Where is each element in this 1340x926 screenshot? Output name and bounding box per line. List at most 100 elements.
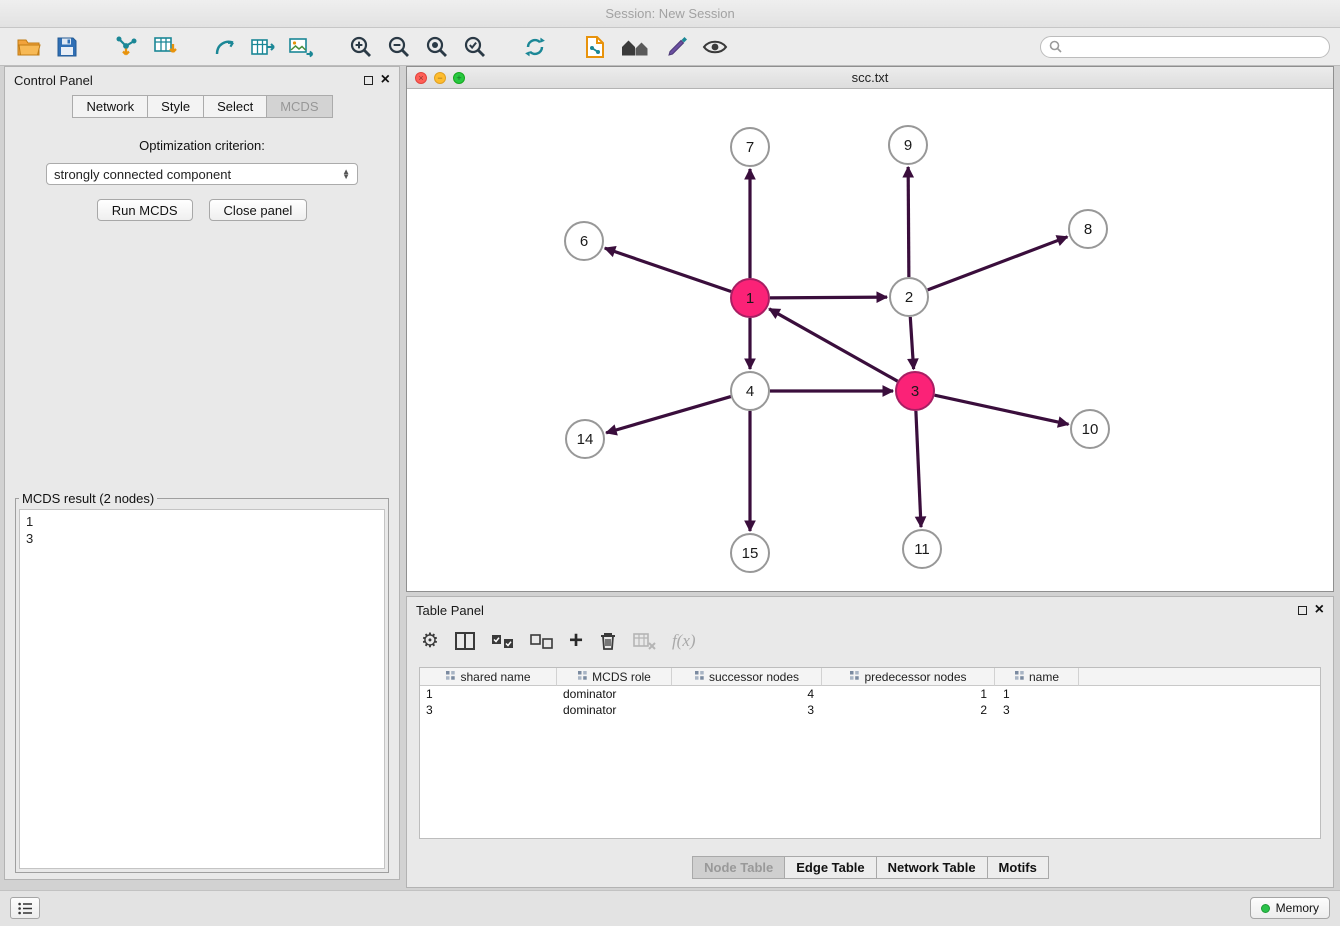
zoom-out-button[interactable]	[380, 31, 418, 63]
table-cell[interactable]: 4	[672, 686, 822, 702]
maximize-window-icon[interactable]: +	[453, 72, 465, 84]
table-cell[interactable]: 3	[672, 702, 822, 718]
import-table-button[interactable]	[146, 31, 184, 63]
table-cell[interactable]: 3	[420, 702, 557, 718]
memory-label: Memory	[1276, 901, 1319, 915]
table-cell[interactable]: 1	[420, 686, 557, 702]
select-all-icon	[491, 634, 514, 649]
table-cell[interactable]: dominator	[557, 686, 672, 702]
import-network-button[interactable]	[108, 31, 146, 63]
float-panel-icon[interactable]	[364, 76, 373, 85]
export-table-button[interactable]	[244, 31, 282, 63]
tab-network-table[interactable]: Network Table	[876, 856, 988, 879]
main-toolbar	[0, 28, 1340, 66]
sort-icon[interactable]	[445, 670, 456, 684]
task-history-button[interactable]	[10, 897, 40, 919]
zoom-fit-icon	[425, 35, 449, 59]
column-header-predecessor-nodes[interactable]: predecessor nodes	[822, 668, 995, 686]
zoom-selected-icon	[463, 35, 487, 59]
tab-style[interactable]: Style	[147, 95, 204, 118]
table-cell[interactable]: 1	[822, 686, 995, 702]
tab-motifs[interactable]: Motifs	[987, 856, 1049, 879]
clone-network-button[interactable]	[206, 31, 244, 63]
column-header-mcds-role[interactable]: MCDS role	[557, 668, 672, 686]
column-header-shared-name[interactable]: shared name	[420, 668, 557, 686]
sort-icon[interactable]	[577, 670, 588, 684]
memory-button[interactable]: Memory	[1250, 897, 1330, 919]
table-panel: Table Panel × ⚙ + f(x) shared nameMCDS r…	[406, 596, 1334, 888]
zoom-selected-button[interactable]	[456, 31, 494, 63]
table-row[interactable]: 3dominator323	[420, 702, 1320, 718]
table-cell[interactable]: 2	[822, 702, 995, 718]
close-table-panel-icon[interactable]: ×	[1315, 604, 1324, 616]
control-panel-header: Control Panel ×	[5, 67, 399, 93]
list-icon	[18, 902, 33, 915]
edge-1-6[interactable]	[605, 248, 731, 291]
show-columns-button[interactable]	[455, 632, 475, 650]
edge-2-9[interactable]	[908, 167, 909, 277]
control-panel: Control Panel × NetworkStyleSelectMCDS O…	[4, 66, 400, 880]
select-all-button[interactable]	[491, 634, 514, 649]
table-cell[interactable]: 1	[995, 686, 1079, 702]
tab-mcds[interactable]: MCDS	[266, 95, 332, 118]
export-image-icon	[288, 36, 314, 58]
minimize-window-icon[interactable]: −	[434, 72, 446, 84]
trash-icon	[599, 631, 617, 651]
style-brush-button[interactable]	[658, 31, 696, 63]
edge-2-3[interactable]	[910, 317, 913, 369]
network-window-titlebar[interactable]: × − + scc.txt	[407, 67, 1333, 89]
show-hide-button[interactable]	[696, 31, 734, 63]
table-cell[interactable]: dominator	[557, 702, 672, 718]
edge-3-1[interactable]	[769, 309, 897, 381]
columns-icon	[455, 632, 475, 650]
refresh-layout-button[interactable]	[516, 31, 554, 63]
delete-column-button[interactable]	[599, 631, 617, 651]
search-box[interactable]	[1040, 36, 1330, 58]
control-panel-tabs: NetworkStyleSelectMCDS	[5, 95, 399, 118]
search-input[interactable]	[1067, 39, 1321, 55]
network-file-button[interactable]	[576, 31, 614, 63]
run-mcds-button[interactable]: Run MCDS	[97, 199, 193, 221]
deselect-all-button[interactable]	[530, 634, 553, 649]
home-layout-button[interactable]	[614, 31, 658, 63]
sort-icon[interactable]	[694, 670, 705, 684]
add-column-button[interactable]: +	[569, 631, 583, 651]
eye-icon	[702, 38, 728, 56]
edge-3-11[interactable]	[916, 411, 921, 527]
edge-4-14[interactable]	[606, 397, 731, 433]
edge-2-8[interactable]	[928, 237, 1068, 290]
tab-select[interactable]: Select	[203, 95, 267, 118]
sort-icon[interactable]	[1014, 670, 1025, 684]
tab-network[interactable]: Network	[72, 95, 148, 118]
zoom-fit-button[interactable]	[418, 31, 456, 63]
graph-node-label-2: 2	[905, 289, 913, 306]
close-panel-icon[interactable]: ×	[381, 74, 390, 86]
export-image-button[interactable]	[282, 31, 320, 63]
tab-node-table[interactable]: Node Table	[692, 856, 785, 879]
table-settings-button[interactable]: ⚙	[421, 631, 439, 651]
optimization-dropdown[interactable]: strongly connected component ▲▼	[46, 163, 358, 185]
close-panel-button[interactable]: Close panel	[209, 199, 308, 221]
mcds-result-title: MCDS result (2 nodes)	[19, 491, 157, 506]
close-window-icon[interactable]: ×	[415, 72, 427, 84]
zoom-in-button[interactable]	[342, 31, 380, 63]
column-header-name[interactable]: name	[995, 668, 1079, 686]
float-table-panel-icon[interactable]	[1298, 606, 1307, 615]
zoom-out-icon	[387, 35, 411, 59]
graph-svg[interactable]: 7968124314101511	[407, 89, 1333, 591]
column-header-label: successor nodes	[709, 670, 799, 684]
column-header-successor-nodes[interactable]: successor nodes	[672, 668, 822, 686]
edge-3-10[interactable]	[935, 395, 1069, 424]
table-row[interactable]: 1dominator411	[420, 686, 1320, 702]
window-titlebar[interactable]: Session: New Session	[0, 0, 1340, 28]
mcds-result-list[interactable]: 13	[19, 509, 385, 869]
node-table[interactable]: shared nameMCDS role successor nodes prede…	[419, 667, 1321, 839]
save-session-button[interactable]	[48, 31, 86, 63]
graph-node-label-14: 14	[577, 431, 594, 448]
export-table-icon	[250, 36, 276, 58]
open-session-button[interactable]	[10, 31, 48, 63]
table-cell[interactable]: 3	[995, 702, 1079, 718]
tab-edge-table[interactable]: Edge Table	[784, 856, 876, 879]
edge-1-2[interactable]	[770, 297, 887, 298]
sort-icon[interactable]	[849, 670, 860, 684]
